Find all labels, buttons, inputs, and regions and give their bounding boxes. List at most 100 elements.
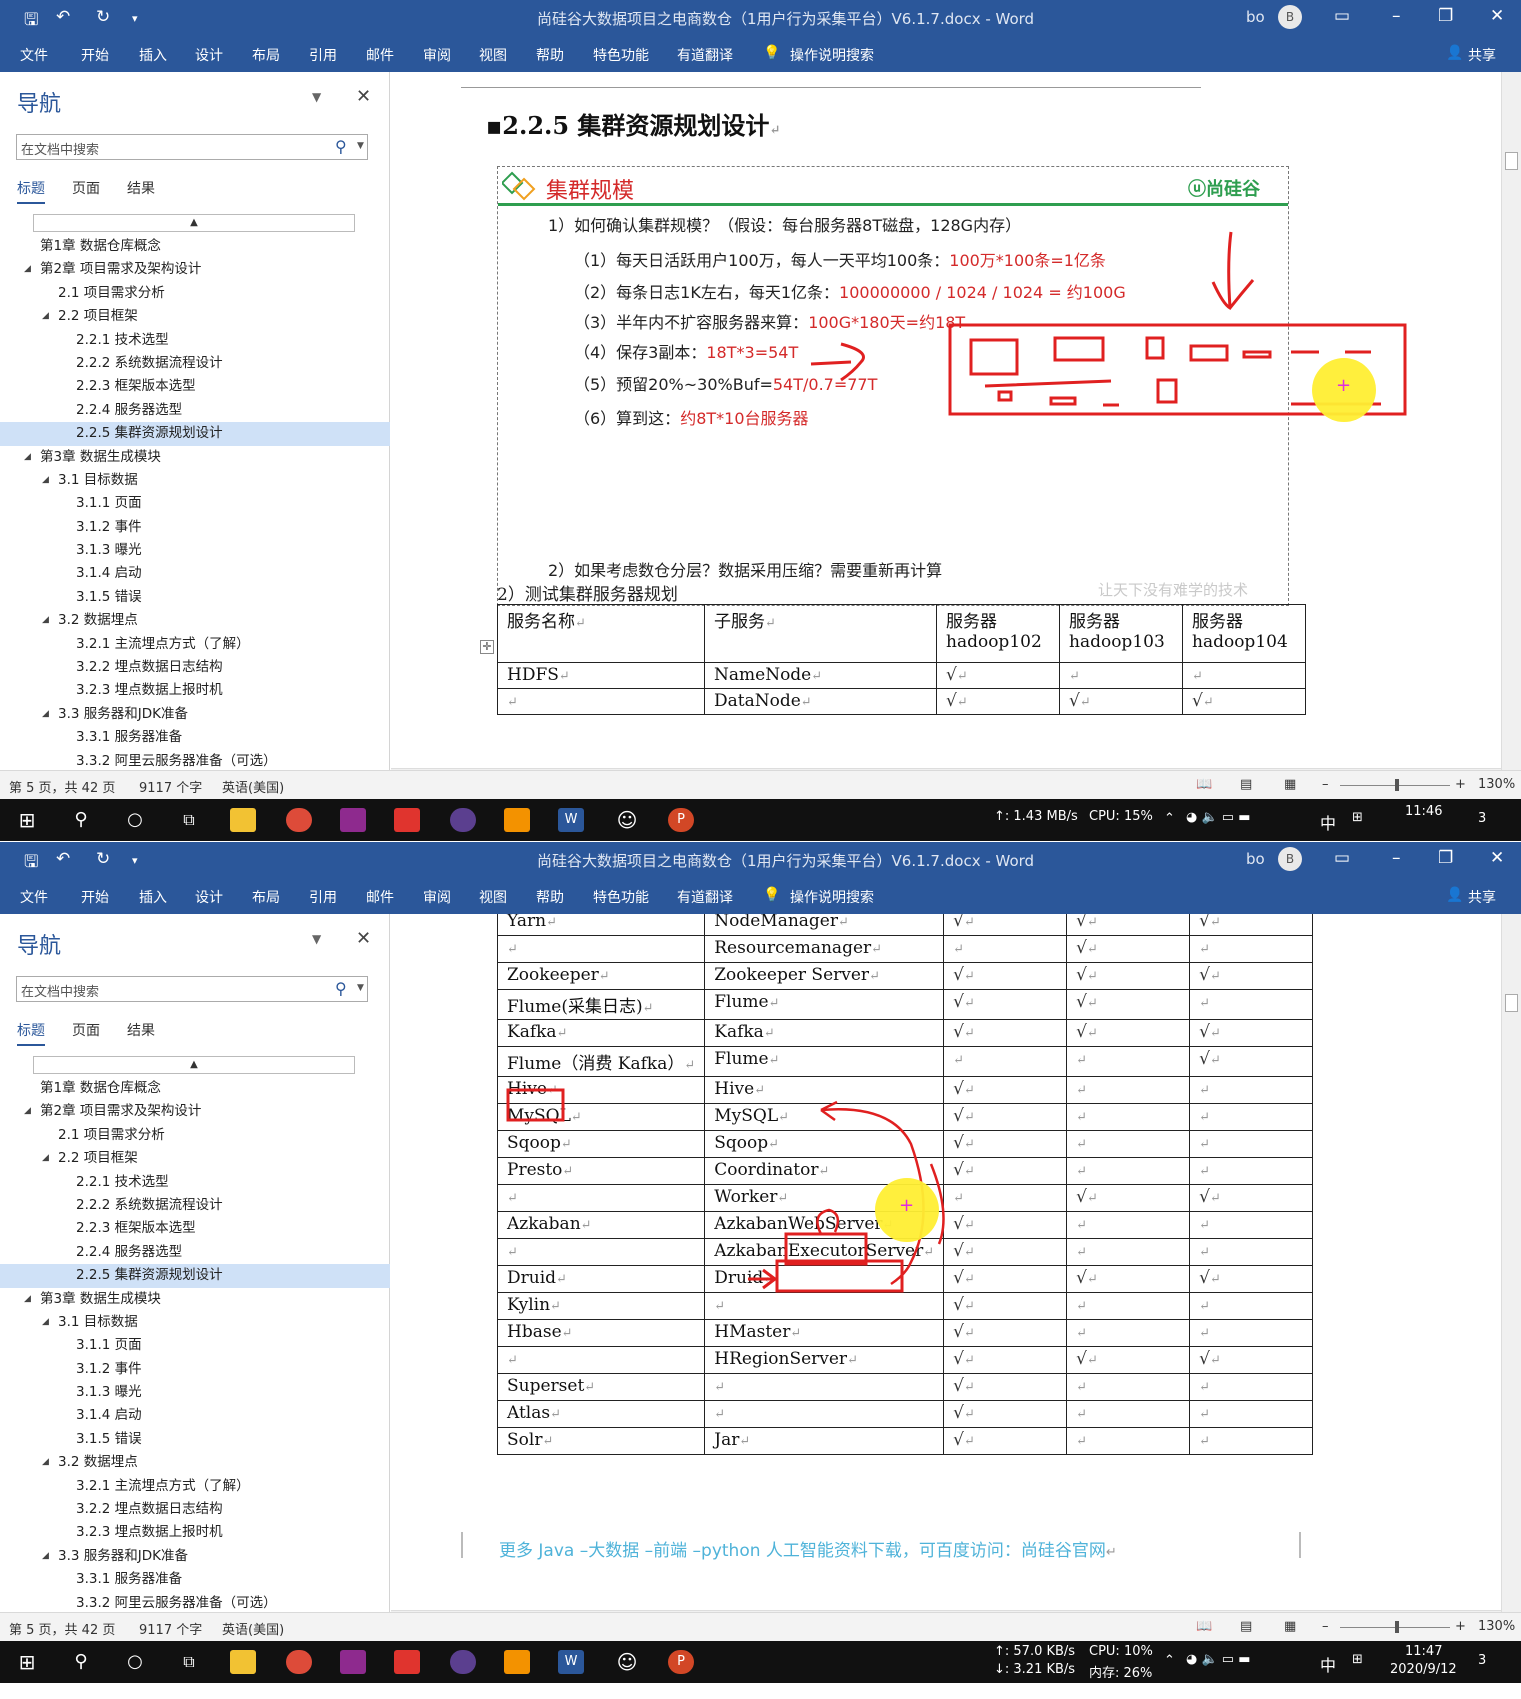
avatar[interactable]: B	[1278, 847, 1302, 871]
tab-help[interactable]: 帮助	[536, 887, 564, 907]
collapse-arrow-icon[interactable]: ◢	[42, 469, 49, 492]
search-icon[interactable]: ⚲	[68, 808, 94, 832]
nav-heading-item[interactable]: 3.1.2 事件	[0, 516, 390, 539]
nav-heading-item[interactable]: 3.1.3 曝光	[0, 539, 390, 562]
redo-icon[interactable]: ↻	[96, 849, 110, 869]
scroll-up-button[interactable]: ▲	[33, 214, 355, 232]
tab-pages[interactable]: 页面	[72, 178, 100, 198]
nav-heading-item[interactable]: ◢ 3.2 数据埋点	[0, 1451, 390, 1474]
nav-heading-item[interactable]: 2.2.2 系统数据流程设计	[0, 1194, 390, 1217]
file-explorer-icon[interactable]	[230, 808, 256, 832]
emoji-app-icon[interactable]: ☺	[614, 808, 640, 832]
tab-insert[interactable]: 插入	[139, 887, 167, 907]
search-input[interactable]: 在文档中搜索 ⚲ ▼	[16, 976, 368, 1002]
windows-start-icon[interactable]: ⊞	[14, 1650, 40, 1674]
nav-heading-item[interactable]: ◢ 第2章 项目需求及架构设计	[0, 1100, 390, 1123]
tab-youdao[interactable]: 有道翻译	[677, 45, 733, 65]
tab-mailings[interactable]: 邮件	[366, 887, 394, 907]
powerpoint-icon[interactable]: P	[668, 808, 694, 832]
task-view-icon[interactable]: ⧉	[176, 1650, 202, 1674]
tab-file[interactable]: 文件	[20, 887, 48, 907]
nav-heading-item[interactable]: 2.2.1 技术选型	[0, 1171, 390, 1194]
nav-heading-item[interactable]: ◢ 第2章 项目需求及架构设计	[0, 258, 390, 281]
tab-references[interactable]: 引用	[309, 887, 337, 907]
search-icon[interactable]: ⚲	[335, 979, 347, 998]
tab-headings[interactable]: 标题	[17, 178, 45, 204]
language[interactable]: 英语(美国)	[222, 777, 284, 796]
close-icon[interactable]: ✕	[356, 86, 371, 107]
tab-help[interactable]: 帮助	[536, 45, 564, 65]
nav-heading-item[interactable]: 2.2.1 技术选型	[0, 329, 390, 352]
nav-heading-item[interactable]: ◢ 2.2 项目框架	[0, 305, 390, 328]
tab-view[interactable]: 视图	[479, 45, 507, 65]
youdao-icon[interactable]	[394, 1650, 420, 1674]
avatar[interactable]: B	[1278, 5, 1302, 29]
chevron-down-icon[interactable]: ▼	[357, 141, 364, 151]
windows-start-icon[interactable]: ⊞	[14, 808, 40, 832]
tell-me-search[interactable]: 操作说明搜索	[790, 45, 874, 65]
nav-heading-item[interactable]: 3.2.2 埋点数据日志结构	[0, 656, 390, 679]
tab-features[interactable]: 特色功能	[593, 887, 649, 907]
chevron-up-icon[interactable]: ⌃	[1164, 1653, 1175, 1668]
youdao-icon[interactable]	[394, 808, 420, 832]
collapse-arrow-icon[interactable]: ◢	[42, 609, 49, 632]
vertical-scrollbar[interactable]	[1501, 914, 1521, 1612]
chevron-down-icon[interactable]: ▼	[312, 932, 321, 946]
nav-heading-item[interactable]: 3.2.1 主流埋点方式（了解）	[0, 1475, 390, 1498]
ribbon-display-icon[interactable]: ▭	[1334, 6, 1350, 26]
tab-mailings[interactable]: 邮件	[366, 45, 394, 65]
nav-heading-item[interactable]: 3.1.5 错误	[0, 586, 390, 609]
tab-pages[interactable]: 页面	[72, 1020, 100, 1040]
share-button[interactable]: 共享	[1468, 45, 1496, 65]
cortana-icon[interactable]: ○	[122, 808, 148, 832]
collapse-arrow-icon[interactable]: ◢	[42, 305, 49, 328]
customize-quick-access-icon[interactable]: ▾	[132, 12, 138, 25]
minimize-icon[interactable]: –	[1392, 6, 1401, 26]
nav-heading-item[interactable]: 2.2.5 集群资源规划设计	[0, 1264, 390, 1288]
collapse-arrow-icon[interactable]: ◢	[42, 703, 49, 726]
tray-icons[interactable]: ◕ 🔈 ▭ ▬	[1186, 810, 1251, 825]
zoom-level[interactable]: 130%	[1478, 1619, 1515, 1634]
scroll-up-button[interactable]: ▲	[33, 1056, 355, 1074]
sublime-icon[interactable]	[504, 1650, 530, 1674]
restore-icon[interactable]: ❐	[1438, 848, 1453, 868]
tab-layout[interactable]: 布局	[252, 45, 280, 65]
nav-heading-item[interactable]: 3.1.5 错误	[0, 1428, 390, 1451]
nav-heading-item[interactable]: ◢ 3.3 服务器和JDK准备	[0, 1545, 390, 1568]
nav-heading-item[interactable]: 3.1.4 启动	[0, 1404, 390, 1427]
zoom-slider-thumb[interactable]	[1395, 779, 1399, 791]
zoom-slider-thumb[interactable]	[1395, 1621, 1399, 1633]
web-layout-icon[interactable]: ▦	[1284, 777, 1296, 792]
ribbon-display-icon[interactable]: ▭	[1334, 848, 1350, 868]
web-layout-icon[interactable]: ▦	[1284, 1619, 1296, 1634]
task-view-icon[interactable]: ⧉	[176, 808, 202, 832]
tab-file[interactable]: 文件	[20, 45, 48, 65]
collapse-arrow-icon[interactable]: ◢	[24, 1288, 31, 1311]
nav-heading-item[interactable]: ◢ 3.1 目标数据	[0, 469, 390, 492]
tab-review[interactable]: 审阅	[423, 45, 451, 65]
zoom-in-button[interactable]: +	[1455, 1619, 1466, 1634]
tab-features[interactable]: 特色功能	[593, 45, 649, 65]
chevron-down-icon[interactable]: ▼	[357, 983, 364, 993]
scroll-thumb[interactable]	[1505, 152, 1518, 170]
cortana-icon[interactable]: ○	[122, 1650, 148, 1674]
nav-heading-item[interactable]: 第1章 数据仓库概念	[0, 1077, 390, 1100]
nav-heading-item[interactable]: ◢ 3.3 服务器和JDK准备	[0, 703, 390, 726]
nav-heading-item[interactable]: 2.1 项目需求分析	[0, 282, 390, 305]
close-icon[interactable]: ✕	[356, 928, 371, 949]
tab-design[interactable]: 设计	[195, 45, 223, 65]
minimize-icon[interactable]: –	[1392, 848, 1401, 868]
nav-heading-item[interactable]: 3.2.3 埋点数据上报时机	[0, 1521, 390, 1544]
nav-heading-item[interactable]: 2.2.4 服务器选型	[0, 1241, 390, 1264]
tab-review[interactable]: 审阅	[423, 887, 451, 907]
clock-date[interactable]: 2020/9/12	[1390, 1662, 1457, 1677]
print-layout-icon[interactable]: ▤	[1240, 777, 1252, 792]
zoom-level[interactable]: 130%	[1478, 777, 1515, 792]
nav-heading-item[interactable]: 3.1.1 页面	[0, 1334, 390, 1357]
search-input[interactable]: 在文档中搜索 ⚲ ▼	[16, 134, 368, 160]
nav-heading-item[interactable]: 2.1 项目需求分析	[0, 1124, 390, 1147]
scroll-thumb[interactable]	[1505, 994, 1518, 1012]
language[interactable]: 英语(美国)	[222, 1619, 284, 1638]
nav-heading-item[interactable]: 第1章 数据仓库概念	[0, 235, 390, 258]
tab-design[interactable]: 设计	[195, 887, 223, 907]
